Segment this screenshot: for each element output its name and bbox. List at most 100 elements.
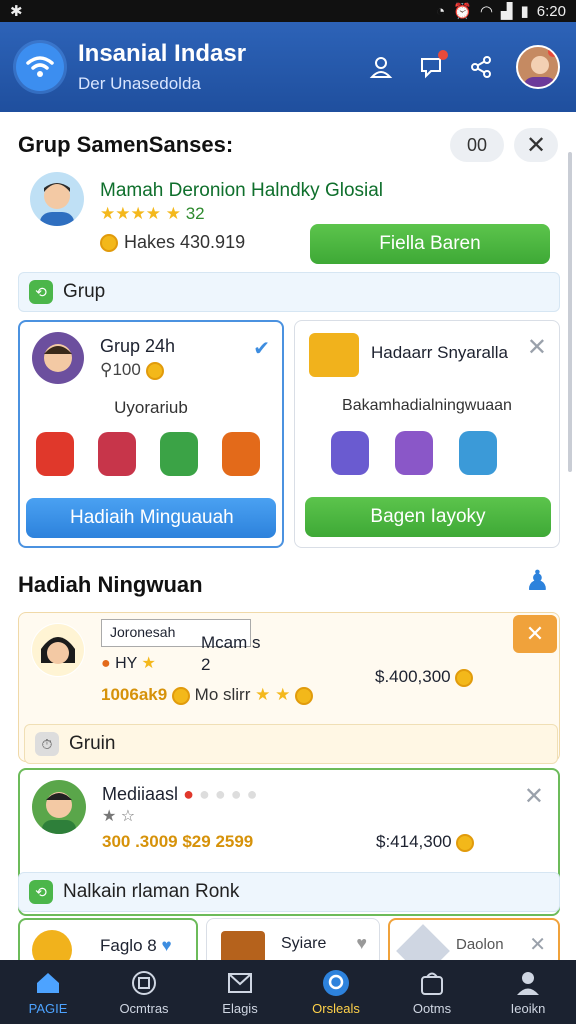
nav-contacts[interactable]: Ocmtras: [96, 960, 192, 1024]
nav-profile[interactable]: Ieoikn: [480, 960, 576, 1024]
alarm-icon: ⏰: [453, 3, 472, 20]
app-subtitle: Der Unasedolda: [78, 74, 201, 93]
app-bar: Insanial Indasr Der Unasedolda: [0, 22, 576, 112]
nav-label: Ieoikn: [510, 1000, 546, 1016]
gift-icon[interactable]: [36, 432, 74, 476]
ranking-label: Nalkain rlaman Ronk: [63, 881, 240, 902]
mini-c-label: Daolon: [456, 936, 504, 953]
card-left-subtitle: Uyorariub: [114, 398, 188, 417]
nav-label: Ocmtras: [119, 1000, 169, 1016]
section-title: Grup SamenSanses:: [18, 132, 234, 157]
person-icon[interactable]: ♟: [525, 564, 550, 597]
nav-home[interactable]: PAGIE: [0, 960, 96, 1024]
star-icon: ★: [165, 204, 181, 223]
entry1-amount-right: $.400,300: [375, 667, 474, 687]
entry1-avatar: [31, 623, 85, 677]
coin-icon: [455, 668, 474, 687]
coin-icon: [100, 233, 118, 252]
close-icon[interactable]: ✕: [527, 333, 547, 362]
card-left-avatar: [32, 332, 84, 384]
user-avatar[interactable]: [30, 172, 84, 226]
close-icon[interactable]: ✕: [513, 615, 557, 653]
gift-box-icon: [309, 333, 359, 377]
entry1-amount-left: 1006ak9 Mo slirr ★ ★: [101, 685, 314, 705]
mail-icon: [225, 969, 255, 997]
badge-icon: [129, 969, 159, 997]
ranking-strip[interactable]: ⟲ Nalkain rlaman Ronk: [18, 872, 560, 912]
coins-label: Hakes 430.919: [124, 232, 246, 252]
card-left-points: ⚲100: [100, 360, 164, 380]
main-content: Grup SamenSanses: 00 ✕ Mamah Deronion Ha…: [0, 112, 576, 978]
person-icon: [513, 969, 543, 997]
entry2-amount-right: $:414,300: [376, 832, 475, 852]
entry2-stars: ★ ☆: [102, 808, 136, 825]
entry1-name: Mcam s: [201, 633, 261, 652]
app-title: Insanial Indasr: [78, 40, 247, 67]
nav-messages[interactable]: Elagis: [192, 960, 288, 1024]
card-right-subtitle: Bakamhadialningwuaan: [342, 397, 512, 414]
avatar-badge: [548, 47, 558, 57]
gem-icon[interactable]: [98, 432, 136, 476]
gruin-label: Gruin: [69, 733, 116, 754]
profile-avatar[interactable]: [516, 45, 560, 89]
chat-icon[interactable]: [416, 50, 448, 82]
user-name: Mamah Deronion Halndky Glosial: [100, 180, 384, 201]
nav-shop[interactable]: Ootms: [384, 960, 480, 1024]
grup-label: Grup: [63, 281, 106, 302]
ticket-icon[interactable]: [222, 432, 260, 476]
phone-icon[interactable]: [459, 431, 497, 475]
chat-badge: [438, 50, 448, 60]
character-icon[interactable]: [395, 431, 433, 475]
mini-b-label: Syiare: [281, 935, 327, 952]
close-icon[interactable]: ✕: [529, 932, 546, 957]
close-icon[interactable]: ✕: [524, 782, 544, 811]
grup-strip[interactable]: ⟲ Grup: [18, 272, 560, 312]
rating-value: 32: [185, 204, 205, 223]
star-icon: ★★★★: [100, 204, 161, 223]
entry1-sub: ● HY ★: [101, 655, 156, 672]
dnd-icon: ◔: [436, 2, 446, 20]
clock-icon: ⏱: [35, 732, 59, 756]
heart-icon[interactable]: ♥: [356, 933, 367, 954]
entry2-amount-left: 300 .3009 $29 2599: [102, 832, 254, 851]
card-right[interactable]: Hadaarr Snyaralla ✕ Bakamhadialningwuaan…: [294, 320, 560, 548]
card-left-button[interactable]: Hadiaih Minguauah: [26, 498, 276, 538]
card-left[interactable]: Grup 24h ⚲100 ✔ Uyorariub Hadiaih Mingua…: [18, 320, 284, 548]
status-bar: ✱ ◔ ⏰ ◠ ▟ ▮ 6:20: [0, 0, 576, 22]
scrollbar[interactable]: [568, 152, 572, 472]
user-icon[interactable]: [366, 52, 396, 82]
share-icon[interactable]: [466, 52, 496, 82]
bottom-nav: PAGIE Ocmtras Elagis Orsleals Ootms Ieoi…: [0, 960, 576, 1024]
coin-bag-icon[interactable]: [331, 431, 369, 475]
nav-label: Orsleals: [312, 1000, 360, 1016]
nav-search[interactable]: Orsleals: [288, 960, 384, 1024]
entry2-avatar: [32, 780, 86, 834]
home-icon: [33, 969, 63, 997]
check-icon[interactable]: ✔: [253, 336, 270, 361]
nav-label: Elagis: [222, 1000, 258, 1016]
card-right-button[interactable]: Bagen Iayoky: [305, 497, 551, 537]
wifi-icon: ◠: [479, 3, 493, 20]
link-icon: ⟲: [29, 880, 53, 904]
coin-icon: [456, 833, 475, 852]
nav-label: Ootms: [412, 1000, 452, 1016]
counter-pill[interactable]: 00: [450, 128, 504, 162]
entry1-num: 2: [201, 655, 211, 674]
user-rating: ★★★★ ★ 32: [100, 204, 205, 224]
mini-a-label: Faglo 8 ♥: [100, 936, 172, 955]
basket-icon[interactable]: [160, 432, 198, 476]
link-icon: ⟲: [29, 280, 53, 304]
primary-action-button[interactable]: Fiella Baren: [310, 224, 550, 264]
search-icon: [321, 969, 351, 997]
section2-title: Hadiah Ningwuan: [18, 572, 203, 597]
notification-icon: ✱: [10, 3, 23, 20]
wifi-logo-icon[interactable]: [16, 43, 64, 91]
bag-icon: [417, 969, 447, 997]
coin-icon: [295, 686, 314, 705]
card-left-title: Grup 24h: [100, 336, 176, 356]
clock: 6:20: [536, 2, 566, 20]
close-icon[interactable]: ✕: [514, 128, 558, 162]
entry2-name: Mediiaasl ● ● ● ● ●: [102, 784, 258, 804]
gruin-strip[interactable]: ⏱ Gruin: [24, 724, 558, 764]
card-right-title: Hadaarr Snyaralla: [371, 343, 509, 362]
